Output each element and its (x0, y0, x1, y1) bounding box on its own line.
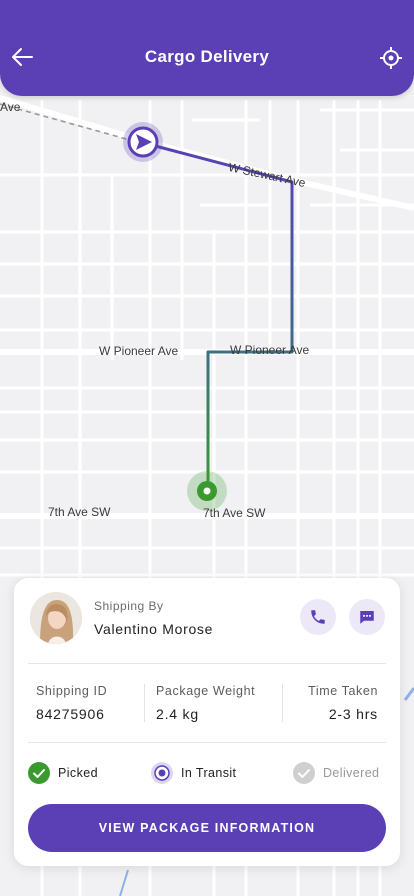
page-title: Cargo Delivery (144, 47, 270, 66)
shipping-id-value: 84275906 (36, 706, 105, 722)
divider (28, 663, 386, 664)
package-weight-label: Package Weight (156, 684, 256, 698)
street-label-seventh-right: 7th Ave SW (203, 506, 266, 520)
time-taken-label: Time Taken (308, 684, 378, 698)
message-button[interactable] (349, 599, 385, 635)
divider (28, 742, 386, 743)
shipping-id-label: Shipping ID (36, 684, 108, 698)
check-circle-icon (28, 762, 50, 784)
status-picked: Picked (58, 766, 98, 780)
chat-icon (360, 611, 374, 624)
package-weight-value: 2.4 kg (156, 706, 199, 722)
courier-location-marker[interactable] (123, 122, 163, 162)
street-label-seventh-left: 7th Ave SW (48, 505, 111, 519)
destination-marker[interactable] (187, 471, 227, 511)
street-label-edge: Ave (0, 100, 21, 114)
time-taken-value: 2-3 hrs (328, 706, 378, 722)
shipment-card: Shipping By Valentino Morose Shipping ID… (14, 578, 400, 866)
call-button[interactable] (300, 599, 336, 635)
check-circle-icon (293, 762, 315, 784)
crosshair-icon (380, 47, 402, 69)
stat-divider (144, 684, 145, 722)
shipping-by-label: Shipping By (94, 599, 164, 613)
recenter-button[interactable] (379, 46, 403, 70)
app-header: Cargo Delivery (0, 0, 414, 96)
courier-name: Valentino Morose (94, 621, 214, 637)
in-progress-icon (151, 762, 173, 784)
phone-icon (311, 610, 325, 624)
status-delivered: Delivered (323, 766, 380, 780)
stat-divider (282, 684, 283, 722)
avatar (30, 592, 82, 644)
street-label-pioneer-left: W Pioneer Ave (99, 344, 179, 358)
status-in-transit: In Transit (181, 766, 237, 780)
view-package-info-button[interactable]: VIEW PACKAGE INFORMATION (28, 804, 386, 852)
street-label-pioneer-right: W Pioneer Ave (230, 343, 310, 357)
